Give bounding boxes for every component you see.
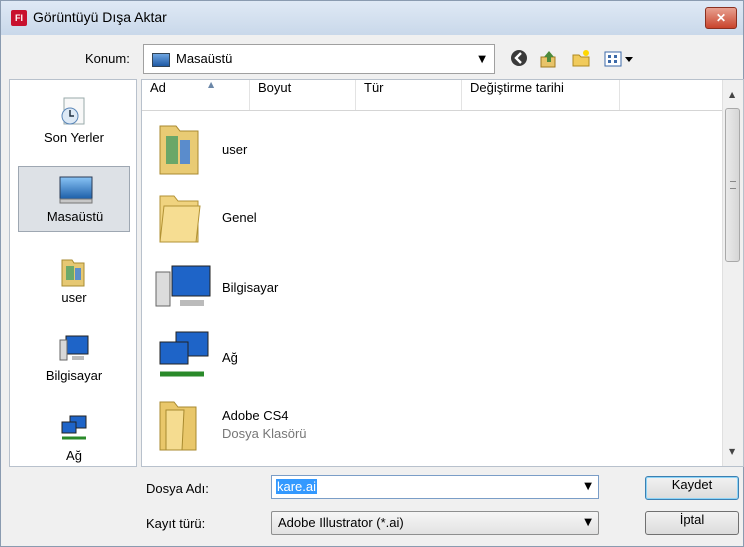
file-type-select[interactable]: Adobe Illustrator (*.ai) ▼ [271, 511, 599, 535]
close-button[interactable]: ✕ [705, 7, 737, 29]
place-label: user [61, 290, 87, 305]
place-network[interactable]: Ağ [18, 406, 130, 472]
file-name: Ağ [222, 350, 238, 365]
chevron-down-icon: ▼ [584, 517, 592, 528]
file-name: Bilgisayar [222, 280, 279, 295]
cancel-button[interactable]: İptal [645, 511, 739, 535]
desktop-icon [152, 53, 170, 67]
new-folder-icon[interactable] [571, 49, 591, 69]
folder-icon [154, 188, 206, 244]
filename-value: kare.ai [276, 479, 318, 494]
desktop-icon [59, 175, 93, 204]
user-folder-icon [154, 120, 206, 176]
file-type-value: Adobe Illustrator (*.ai) [278, 515, 404, 530]
list-item[interactable]: Adobe CS4 Dosya Klasörü [150, 392, 710, 456]
folder-icon [154, 396, 206, 452]
location-value: Masaüstü [176, 51, 233, 66]
file-type-label: Kayıt türü: [146, 516, 206, 531]
title-bar: Fl Görüntüyü Dışa Aktar ✕ [1, 1, 743, 35]
place-label: Ağ [66, 448, 82, 463]
location-dropdown[interactable]: Masaüstü ▼ [143, 44, 495, 74]
grip-icon [730, 181, 736, 189]
places-bar: Son Yerler Masaüstü user Bilgisayar Ağ [9, 79, 137, 467]
flash-app-icon: Fl [11, 10, 27, 26]
place-label: Bilgisayar [45, 368, 103, 383]
up-folder-icon[interactable] [539, 49, 559, 69]
sort-arrow-icon: ▲ [208, 80, 215, 89]
list-item[interactable]: user [150, 116, 710, 180]
back-arrow-icon[interactable] [509, 49, 529, 69]
location-label: Konum: [85, 51, 130, 66]
network-icon [154, 328, 209, 384]
list-item[interactable]: Genel [150, 184, 710, 248]
place-label: Son Yerler [44, 130, 104, 145]
column-size[interactable]: Boyut [250, 80, 356, 110]
place-computer[interactable]: Bilgisayar [18, 326, 130, 392]
column-modified[interactable]: Değiştirme tarihi [462, 80, 620, 110]
chevron-down-icon: ▼ [478, 54, 486, 65]
place-recent[interactable]: Son Yerler [18, 88, 130, 154]
computer-icon [58, 334, 90, 362]
filename-input[interactable]: kare.ai ▼ [271, 475, 599, 499]
list-item[interactable]: Bilgisayar [150, 254, 710, 318]
place-desktop[interactable]: Masaüstü [18, 166, 130, 232]
recent-places-icon [58, 96, 90, 125]
window-title: Görüntüyü Dışa Aktar [33, 9, 167, 25]
column-header: Ad ▲ Boyut Tür Değiştirme tarihi [142, 80, 724, 111]
view-menu-icon[interactable] [603, 49, 637, 69]
place-label: Masaüstü [46, 209, 104, 224]
save-dialog: Fl Görüntüyü Dışa Aktar ✕ Konum: Masaüst… [0, 0, 744, 547]
place-user[interactable]: user [18, 248, 130, 314]
save-button[interactable]: Kaydet [645, 476, 739, 500]
user-folder-icon [58, 256, 90, 287]
column-type[interactable]: Tür [356, 80, 462, 110]
file-type: Dosya Klasörü [222, 426, 307, 441]
file-list[interactable]: Ad ▲ Boyut Tür Değiştirme tarihi user Ge… [141, 79, 744, 467]
vertical-scrollbar[interactable]: ▲ ▼ [722, 80, 743, 466]
file-name: Genel [222, 210, 257, 225]
filename-label: Dosya Adı: [146, 481, 209, 496]
scroll-thumb[interactable] [725, 108, 740, 262]
scroll-up-icon[interactable]: ▲ [729, 90, 735, 99]
list-item[interactable]: Ağ [150, 324, 710, 388]
scroll-down-icon[interactable]: ▼ [729, 447, 735, 456]
column-name[interactable]: Ad [142, 80, 250, 110]
computer-icon [154, 258, 211, 314]
file-name: Adobe CS4 [222, 408, 289, 423]
chevron-down-icon[interactable]: ▼ [584, 481, 592, 492]
file-name: user [222, 142, 248, 157]
network-icon [58, 414, 90, 442]
